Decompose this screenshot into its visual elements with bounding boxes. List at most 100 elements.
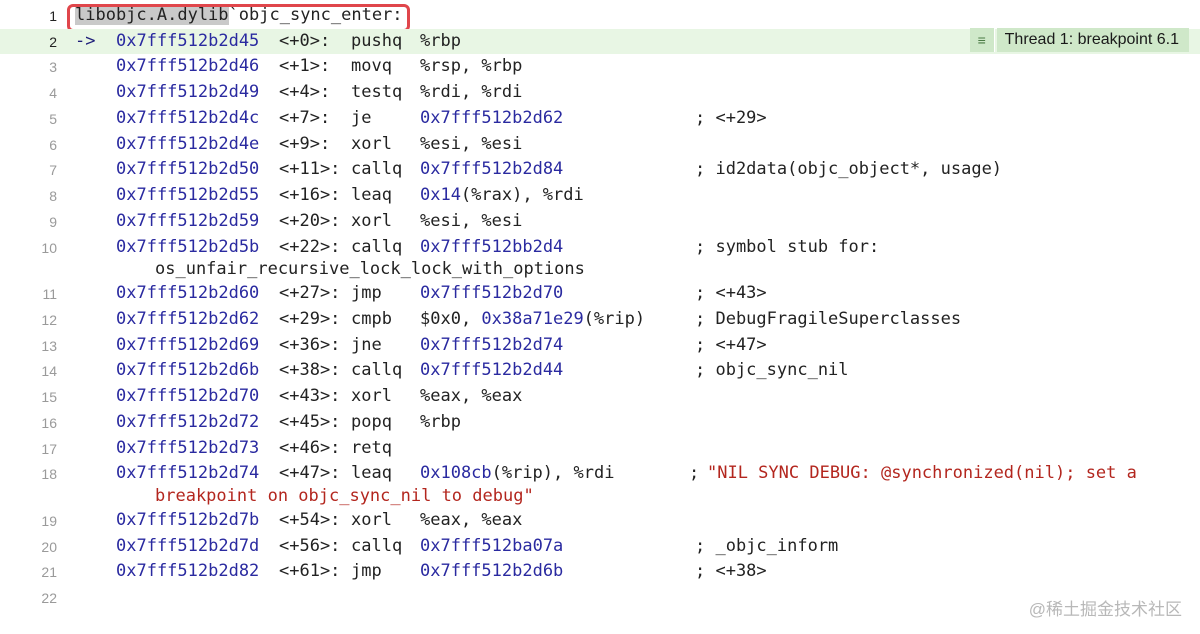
code-line[interactable]: 22 — [0, 585, 1200, 611]
comment-string: "NIL SYNC DEBUG: @synchronized(nil); set… — [707, 463, 1137, 484]
operand-hex: 0x7fff512b2d62 — [420, 107, 564, 128]
code-line[interactable]: 15 0x7fff512b2d70 <+43>: xorl %eax, %eax — [0, 384, 1200, 410]
instruction-offset: <+0>: — [279, 30, 331, 51]
code-line[interactable]: 19 0x7fff512b2d7b <+54>: xorl %eax, %eax — [0, 508, 1200, 534]
operand: %rdi, %rdi — [420, 82, 523, 102]
instruction-address: 0x7fff512b2d45 — [116, 30, 260, 51]
line-number: 13 — [41, 337, 57, 354]
code-line[interactable]: 4 0x7fff512b2d49 <+4>: testq %rdi, %rdi — [0, 80, 1200, 106]
operand-hex: 0x14 — [420, 185, 461, 205]
code-line-continuation[interactable]: os_unfair_recursive_lock_lock_with_optio… — [0, 257, 1200, 283]
comment: ; objc_sync_nil — [695, 360, 849, 381]
watermark: @稀土掘金技术社区 — [1028, 600, 1182, 619]
operand-hex: 0x7fff512b2d70 — [420, 283, 564, 303]
mnemonic: je — [351, 107, 372, 128]
code-line[interactable]: 17 0x7fff512b2d73 <+46>: retq — [0, 436, 1200, 462]
thread-breakpoint-label: Thread 1: breakpoint 6.1 — [996, 28, 1189, 52]
operand: (%rax), %rdi — [460, 185, 584, 205]
mnemonic: jne — [351, 334, 382, 355]
mnemonic: xorl — [351, 210, 392, 231]
code-line[interactable]: 21 0x7fff512b2d82 <+61>: jmp 0x7fff512b2d6b;… — [0, 559, 1200, 585]
instruction-address: 0x7fff512b2d7b — [116, 509, 260, 530]
instruction-offset: <+43>: — [279, 386, 341, 406]
mnemonic: xorl — [351, 386, 392, 406]
code-line[interactable]: 20 0x7fff512b2d7d <+56>: callq 0x7fff512ba07… — [0, 534, 1200, 560]
line-number: 18 — [41, 466, 57, 483]
operand: %esi, %esi — [420, 133, 523, 154]
instruction-address: 0x7fff512b2d55 — [116, 185, 260, 205]
instruction-offset: <+16>: — [279, 185, 341, 205]
line-number: 20 — [41, 538, 57, 555]
code-line[interactable]: 8 0x7fff512b2d55 <+16>: leaq 0x14 (%rax), %rd… — [0, 183, 1200, 209]
operand-hex: 0x7fff512bb2d4 — [420, 236, 564, 257]
operand-hex: 0x7fff512b2d84 — [420, 159, 564, 180]
code-line[interactable]: 5 0x7fff512b2d4c <+7>: je 0x7fff512b2d62 ; <+… — [0, 106, 1200, 132]
operand: %eax, %eax — [420, 509, 523, 530]
instruction-offset: <+46>: — [279, 437, 341, 458]
code-line: 1 libobjc.A.dylib`objc_sync_enter: — [0, 3, 1200, 32]
line-number: 9 — [49, 213, 57, 230]
instruction-offset: <+56>: — [279, 535, 341, 556]
code-line[interactable]: 13 0x7fff512b2d69 <+36>: jne 0x7fff512b2d74;… — [0, 333, 1200, 359]
instruction-address: 0x7fff512b2d60 — [116, 283, 260, 303]
code-line[interactable]: 12 0x7fff512b2d62 <+29>: cmpb $0x0, 0x38a71e… — [0, 307, 1200, 333]
instruction-offset: <+38>: — [279, 360, 341, 381]
instruction-address: 0x7fff512b2d4c — [116, 107, 260, 128]
line-number: 21 — [41, 564, 57, 581]
operand: (%rip) — [583, 308, 646, 329]
operand: %rbp — [420, 411, 461, 432]
operand: %eax, %eax — [420, 386, 523, 406]
line-number: 17 — [41, 440, 57, 457]
instruction-offset: <+20>: — [279, 210, 341, 231]
mnemonic: testq — [351, 82, 403, 102]
code-line[interactable]: 6 0x7fff512b2d4e <+9>: xorl %esi, %esi — [0, 132, 1200, 158]
mnemonic: callq — [351, 159, 403, 180]
instruction-address: 0x7fff512b2d70 — [116, 386, 260, 406]
code-line-continuation[interactable]: breakpoint on objc_sync_nil to debug" — [0, 484, 1200, 510]
line-number: 16 — [41, 414, 57, 431]
operand-hex: 0x7fff512ba07a — [420, 535, 564, 556]
operand-hex: 0x108cb — [420, 463, 492, 484]
instruction-address: 0x7fff512b2d46 — [116, 56, 260, 77]
menu-lines-icon[interactable]: ≡ — [969, 28, 995, 52]
line-number: 11 — [42, 286, 57, 302]
code-line[interactable]: 3 0x7fff512b2d46 <+1>: movq %rsp, %rbp — [0, 54, 1200, 80]
line-number: 3 — [49, 59, 57, 76]
mnemonic: leaq — [351, 185, 392, 205]
line-number: 5 — [49, 110, 57, 127]
code-line[interactable]: 7 0x7fff512b2d50 <+11>: callq 0x7fff512b2d84… — [0, 157, 1200, 183]
code-line[interactable]: 14 0x7fff512b2d6b <+38>: callq 0x7fff512b2d4… — [0, 358, 1200, 384]
line-number: 1 — [49, 8, 57, 24]
thread-breakpoint-badge[interactable]: ≡ Thread 1: breakpoint 6.1 — [969, 28, 1189, 52]
line-number: 6 — [49, 136, 57, 153]
operand-hex: 0x7fff512b2d6b — [420, 561, 564, 582]
code-line[interactable]: 9 0x7fff512b2d59 <+20>: xorl %esi, %esi — [0, 209, 1200, 235]
operand: %esi, %esi — [420, 210, 523, 231]
instruction-offset: <+54>: — [279, 509, 341, 530]
mnemonic: xorl — [351, 509, 392, 530]
comment: ; <+29> — [695, 107, 767, 128]
mnemonic: popq — [351, 411, 392, 432]
instruction-offset: <+7>: — [279, 107, 331, 128]
operand-hex: 0x7fff512b2d44 — [420, 360, 564, 381]
operand-hex: 0x7fff512b2d74 — [420, 334, 564, 355]
comment: ; <+43> — [695, 283, 767, 303]
code-line[interactable]: 11 0x7fff512b2d60 <+27>: jmp 0x7fff512b2d70;… — [0, 281, 1200, 307]
instruction-offset: <+45>: — [279, 411, 341, 432]
line-number: 12 — [41, 311, 57, 328]
instruction-offset: <+36>: — [279, 334, 341, 355]
instruction-address: 0x7fff512b2d49 — [116, 82, 260, 102]
instruction-offset: <+29>: — [279, 308, 341, 329]
mnemonic: retq — [351, 437, 392, 458]
disassembly-editor[interactable]: 1 libobjc.A.dylib`objc_sync_enter: 2 -> 0x… — [0, 0, 1200, 634]
instruction-address: 0x7fff512b2d59 — [116, 210, 260, 231]
code-line[interactable]: 16 0x7fff512b2d72 <+45>: popq %rbp — [0, 410, 1200, 436]
operand: (%rip), %rdi — [491, 463, 615, 484]
mnemonic: movq — [351, 56, 392, 77]
operand: %rsp, %rbp — [420, 56, 523, 77]
instruction-address: 0x7fff512b2d62 — [116, 308, 260, 329]
instruction-address: 0x7fff512b2d82 — [116, 561, 260, 582]
instruction-offset: <+11>: — [279, 159, 341, 180]
comment-string: breakpoint on objc_sync_nil to debug" — [155, 486, 534, 506]
instruction-offset: <+61>: — [279, 561, 341, 582]
